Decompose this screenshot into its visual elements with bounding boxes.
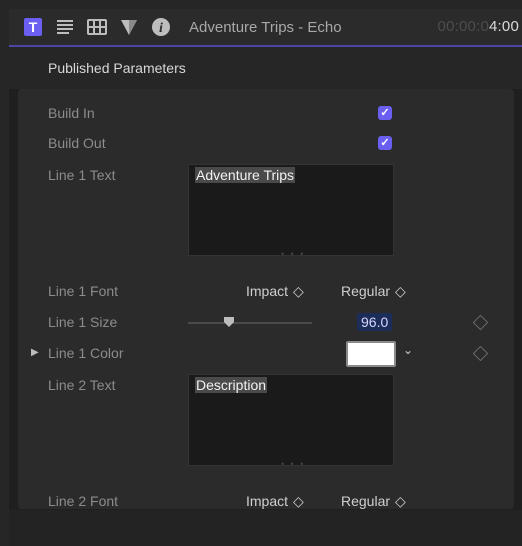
build-in-checkbox[interactable]: ✓ xyxy=(378,106,392,120)
line1-text-value: Adventure Trips xyxy=(195,167,296,183)
text-tab-icon[interactable]: T xyxy=(23,17,43,37)
line1-font-family-popup[interactable]: Impact ◇ xyxy=(246,283,304,300)
parameters-panel: Build In ✓ Build Out ✓ Line 1 Text Adven… xyxy=(18,89,514,509)
section-header[interactable]: Published Parameters xyxy=(9,47,522,89)
timecode: 00:00:04:00 xyxy=(438,18,519,35)
line2-font-family-value: Impact xyxy=(246,493,289,509)
build-out-checkbox[interactable]: ✓ xyxy=(378,136,392,150)
section-title: Published Parameters xyxy=(48,60,186,76)
build-in-label: Build In xyxy=(48,105,95,121)
line1-text-label: Line 1 Text xyxy=(48,167,116,183)
line1-font-style-popup[interactable]: Regular ◇ xyxy=(341,283,406,300)
checkmark-icon: ✓ xyxy=(380,107,390,119)
inspector-window: T i Adventure Trips - Echo 00:00:04:00 P… xyxy=(0,0,522,546)
line1-text-field[interactable]: Adventure Trips • • • xyxy=(188,164,394,259)
chevron-updown-icon: ◇ xyxy=(395,283,406,299)
line1-size-value-field[interactable]: 96.0 xyxy=(357,313,393,331)
line2-text-label: Line 2 Text xyxy=(48,377,116,393)
line2-text-value: Description xyxy=(195,377,268,393)
inspector: T i Adventure Trips - Echo 00:00:04:00 P… xyxy=(9,9,522,546)
line1-font-style-value: Regular xyxy=(341,283,391,299)
chevron-updown-icon: ◇ xyxy=(293,283,304,299)
line1-color-label: Line 1 Color xyxy=(48,345,124,361)
bottom-bar xyxy=(9,510,522,546)
color-board-icon[interactable] xyxy=(119,17,139,37)
svg-text:T: T xyxy=(29,19,38,35)
chevron-updown-icon: ◇ xyxy=(395,493,406,509)
paragraph-icon[interactable] xyxy=(55,17,75,37)
inspector-tab-bar: T i Adventure Trips - Echo 00:00:04:00 xyxy=(9,9,522,47)
line2-text-field[interactable]: Description • • • xyxy=(188,374,394,469)
svg-text:i: i xyxy=(159,21,163,36)
build-out-label: Build Out xyxy=(48,135,106,151)
chevron-down-icon[interactable]: ⌄ xyxy=(403,343,413,357)
keyframe-diamond-icon[interactable] xyxy=(472,314,489,331)
line1-size-slider[interactable] xyxy=(188,322,312,324)
clip-title: Adventure Trips - Echo xyxy=(189,19,342,36)
line1-font-label: Line 1 Font xyxy=(48,283,119,299)
film-icon[interactable] xyxy=(87,17,107,37)
info-icon[interactable]: i xyxy=(151,17,171,37)
chevron-updown-icon: ◇ xyxy=(293,493,304,509)
timecode-dim: 00:00:0 xyxy=(437,18,489,35)
line2-font-style-value: Regular xyxy=(341,493,391,509)
line2-font-style-popup[interactable]: Regular ◇ xyxy=(341,493,406,510)
resize-grip-icon[interactable]: • • • xyxy=(281,459,305,469)
line2-font-family-popup[interactable]: Impact ◇ xyxy=(246,493,304,510)
disclosure-triangle-icon[interactable]: ▶ xyxy=(31,347,39,358)
line1-font-family-value: Impact xyxy=(246,283,289,299)
line1-color-well[interactable] xyxy=(346,341,396,367)
slider-thumb[interactable] xyxy=(223,317,234,327)
line2-font-label: Line 2 Font xyxy=(48,493,119,509)
resize-grip-icon[interactable]: • • • xyxy=(281,249,305,259)
line1-size-label: Line 1 Size xyxy=(48,314,118,330)
keyframe-diamond-icon[interactable] xyxy=(472,345,489,362)
checkmark-icon: ✓ xyxy=(380,137,390,149)
timecode-lit: 4:00 xyxy=(489,18,519,35)
